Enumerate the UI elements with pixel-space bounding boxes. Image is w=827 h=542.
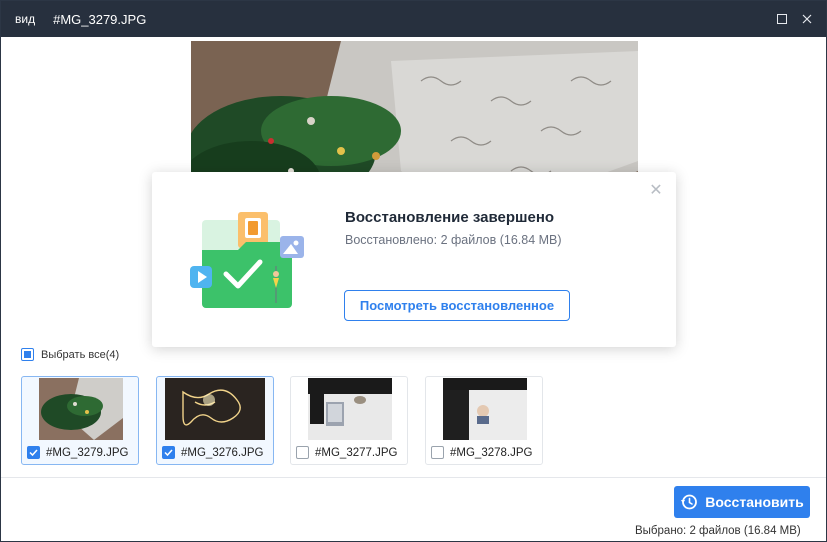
partial-checkbox-icon[interactable] [21, 348, 34, 361]
file-checkbox[interactable] [431, 446, 444, 459]
file-name: #MG_3279.JPG [46, 446, 129, 459]
thumbnail-image [443, 378, 527, 440]
select-all-label: Выбрать все(4) [41, 348, 120, 361]
folder-illustration-icon [188, 208, 308, 318]
file-thumbnail[interactable]: #MG_3276.JPG [156, 376, 274, 465]
title-bar: вид #MG_3279.JPG [1, 1, 826, 37]
file-checkbox[interactable] [296, 446, 309, 459]
thumbnail-image [39, 378, 123, 440]
history-icon [680, 493, 698, 511]
file-name: #MG_3276.JPG [181, 446, 264, 459]
file-name: #MG_3277.JPG [315, 446, 398, 459]
file-thumbnail[interactable]: #MG_3277.JPG [290, 376, 408, 465]
dialog-subtext: Восстановлено: 2 файлов (16.84 MB) [345, 233, 562, 247]
file-thumbnail[interactable]: #MG_3279.JPG [21, 376, 139, 465]
file-checkbox[interactable] [27, 446, 40, 459]
file-checkbox[interactable] [162, 446, 175, 459]
thumbnail-image [308, 378, 392, 440]
restore-button-label: Восстановить [705, 494, 804, 510]
file-name: #MG_3278.JPG [450, 446, 533, 459]
file-thumbnail[interactable]: #MG_3278.JPG [425, 376, 543, 465]
view-recovered-button[interactable]: Посмотреть восстановленное [344, 290, 570, 321]
restore-button[interactable]: Восстановить [674, 486, 810, 518]
selection-status: Выбрано: 2 файлов (16.84 MB) [635, 525, 801, 537]
app-window: вид #MG_3279.JPG ✕ Восстановление заверш… [0, 0, 827, 542]
select-all-checkbox[interactable]: Выбрать все(4) [21, 348, 119, 361]
recovery-complete-dialog: ✕ Восстановление завершено Восстановлено… [152, 172, 676, 347]
dialog-heading: Восстановление завершено [345, 209, 555, 226]
dialog-close-icon[interactable]: ✕ [649, 183, 663, 199]
view-menu[interactable]: вид [15, 12, 35, 26]
maximize-icon[interactable] [772, 9, 792, 29]
thumbnail-image [165, 378, 265, 440]
close-icon[interactable] [797, 9, 817, 29]
footer-divider [1, 477, 826, 478]
window-title: #MG_3279.JPG [53, 11, 147, 27]
